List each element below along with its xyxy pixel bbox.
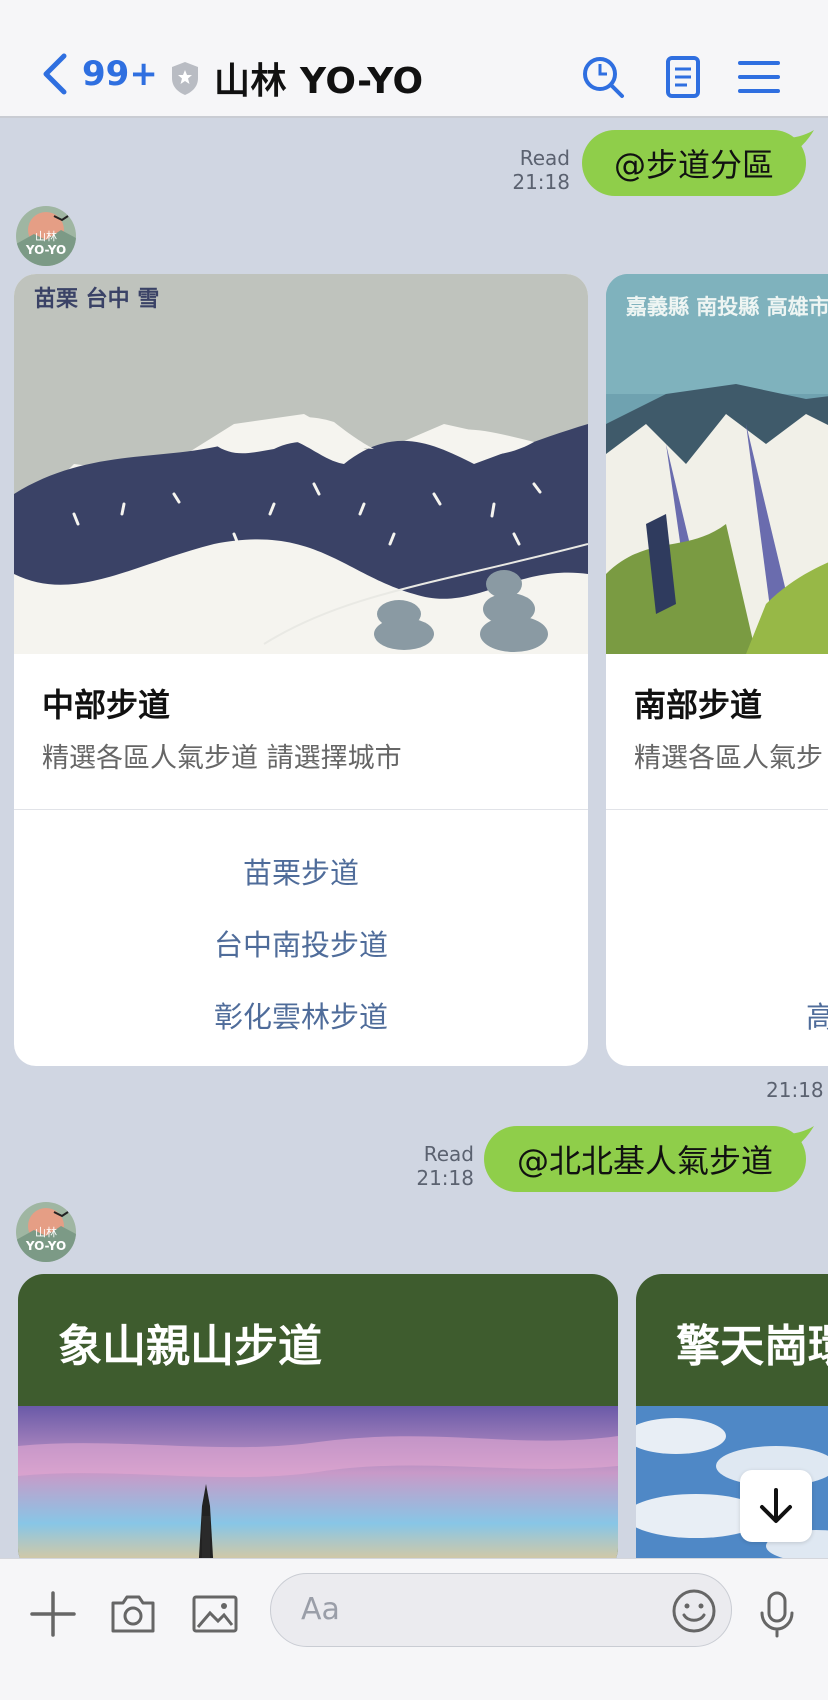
search-icon[interactable]	[580, 54, 626, 100]
svg-text:YO-YO: YO-YO	[25, 243, 66, 257]
card-image	[18, 1406, 618, 1574]
card-title: 南部步道	[634, 686, 763, 724]
outgoing-message-bubble[interactable]: @北北基人氣步道	[484, 1126, 814, 1192]
card-subtitle: 精選各區人氣步	[634, 743, 823, 774]
card-title: 擎天崗環	[676, 1321, 828, 1372]
card-image: 嘉義縣 南投縣 高雄市	[606, 274, 828, 654]
card-subtitle: 精選各區人氣步道 請選擇城市	[42, 743, 402, 774]
chat-title: 山林 YO-YO	[214, 61, 424, 102]
card-button-kaohsiung[interactable]: 高	[806, 994, 828, 1036]
svg-text:YO-YO: YO-YO	[25, 1239, 66, 1253]
avatar[interactable]: 山林 YO-YO	[16, 1202, 76, 1262]
camera-icon[interactable]	[108, 1589, 158, 1639]
input-placeholder: Aa	[301, 1592, 340, 1627]
back-button[interactable]: 99+	[40, 52, 158, 96]
image-icon[interactable]	[190, 1589, 240, 1639]
image-caption: 苗栗 台中 雪	[34, 286, 159, 312]
read-receipt: Read 21:18	[416, 1142, 474, 1190]
card-button-changhua-yunlin[interactable]: 彰化雲林步道	[14, 994, 588, 1036]
emoji-icon[interactable]	[669, 1586, 719, 1636]
plus-icon[interactable]	[28, 1589, 78, 1639]
microphone-icon[interactable]	[752, 1589, 802, 1639]
message-text: @步道分區	[613, 146, 774, 184]
message-composer: Aa	[0, 1558, 828, 1700]
card-divider	[606, 809, 828, 810]
message-time: 21:18	[766, 1078, 824, 1102]
svg-text:山林: 山林	[35, 229, 57, 243]
unread-count: 99+	[82, 54, 158, 94]
shield-icon	[172, 62, 198, 95]
card-divider	[14, 809, 588, 810]
carousel-card-xiangshan[interactable]: 象山親山步道	[18, 1274, 618, 1574]
bubble-tail	[786, 130, 814, 156]
avatar-logo-icon: 山林 YO-YO	[16, 1202, 76, 1262]
avatar-logo-icon: 山林 YO-YO	[16, 206, 76, 266]
bubble-tail	[786, 1126, 814, 1152]
avatar[interactable]: 山林 YO-YO	[16, 206, 76, 266]
read-receipt: Read 21:18	[512, 146, 570, 194]
arrow-down-icon	[760, 1488, 792, 1523]
outgoing-message-bubble[interactable]: @步道分區	[582, 130, 814, 196]
scroll-to-bottom-button[interactable]	[740, 1470, 812, 1542]
message-input[interactable]: Aa	[270, 1573, 732, 1647]
card-image: 苗栗 台中 雪	[14, 274, 588, 654]
card-title: 象山親山步道	[58, 1321, 322, 1372]
card-title: 中部步道	[42, 686, 171, 724]
svg-text:山林: 山林	[35, 1225, 57, 1239]
image-caption: 嘉義縣 南投縣 高雄市	[626, 295, 828, 319]
menu-icon[interactable]	[736, 54, 782, 100]
chevron-left-icon	[43, 53, 67, 95]
card-button-miaoli[interactable]: 苗栗步道	[14, 850, 588, 892]
carousel-card-central: 苗栗 台中 雪 中部步道 精選各區人氣步道 請選擇城市 苗栗步道 台中南投步道 …	[14, 274, 588, 1066]
card-button-taichung-nantou[interactable]: 台中南投步道	[14, 922, 588, 964]
message-text: @北北基人氣步道	[516, 1142, 773, 1180]
carousel-card-south: 嘉義縣 南投縣 高雄市 南部步道 精選各區人氣步 高	[606, 274, 828, 1066]
notes-icon[interactable]	[660, 54, 706, 100]
chat-header: 99+ 山林 YO-YO	[0, 0, 828, 118]
chat-title-area[interactable]: 山林 YO-YO	[170, 52, 424, 104]
